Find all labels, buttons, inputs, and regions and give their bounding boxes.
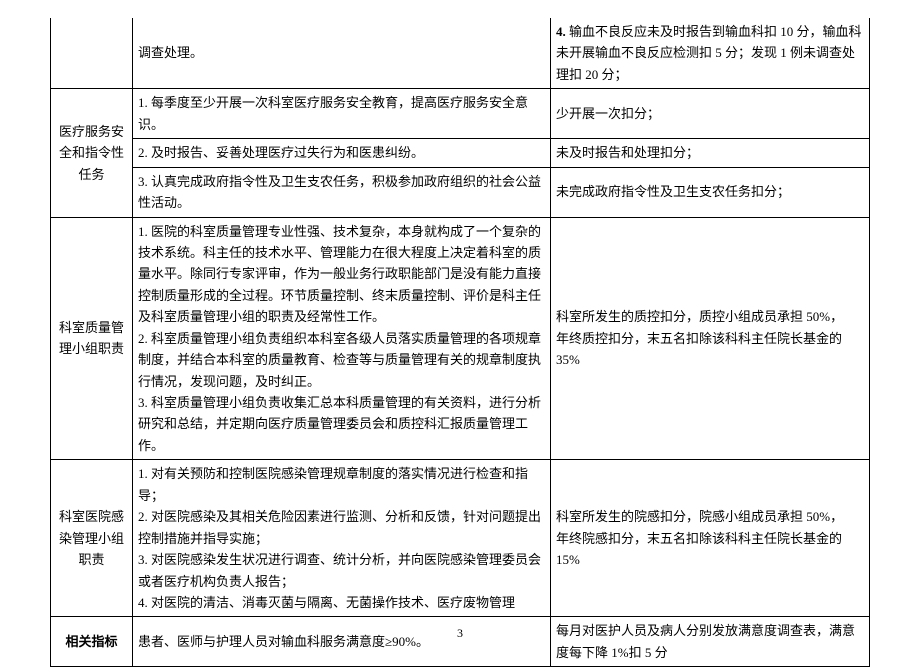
table-row: 调查处理。 4. 4. 输血不良反应未及时报告到输血科扣 10 分，输血科未开展… (51, 18, 870, 89)
eval-cell: 少开展一次扣分； (551, 89, 870, 139)
content-cell: 3. 认真完成政府指令性及卫生支农任务，积极参加政府组织的社会公益性活动。 (133, 167, 551, 217)
cat-cell: 医疗服务安全和指令性任务 (51, 89, 133, 217)
cat-cell-empty (51, 18, 133, 89)
assessment-table: 调查处理。 4. 4. 输血不良反应未及时报告到输血科扣 10 分，输血科未开展… (50, 18, 870, 667)
eval-cell: 科室所发生的质控扣分，质控小组成员承担 50%， 年终质控扣分，末五名扣除该科科… (551, 217, 870, 460)
eval-cell: 每月对医护人员及病人分别发放满意度调查表，满意度每下降 1%扣 5 分 (551, 617, 870, 667)
table-row: 3. 认真完成政府指令性及卫生支农任务，积极参加政府组织的社会公益性活动。 未完… (51, 167, 870, 217)
content-cell: 1. 对有关预防和控制医院感染管理规章制度的落实情况进行检查和指导； 2. 对医… (133, 460, 551, 617)
table-row: 科室医院感染管理小组职责 1. 对有关预防和控制医院感染管理规章制度的落实情况进… (51, 460, 870, 617)
content-cell: 2. 及时报告、妥善处理医疗过失行为和医患纠纷。 (133, 139, 551, 167)
table-row: 2. 及时报告、妥善处理医疗过失行为和医患纠纷。 未及时报告和处理扣分； (51, 139, 870, 167)
content-cell: 1. 每季度至少开展一次科室医疗服务安全教育，提高医疗服务安全意识。 (133, 89, 551, 139)
eval-strong-prefix: 4. (556, 24, 566, 39)
eval-cell: 未完成政府指令性及卫生支农任务扣分； (551, 167, 870, 217)
eval-text-visible: 输血不良反应未及时报告到输血科扣 10 分，输血科未开展输血不良反应检测扣 5 … (556, 24, 862, 82)
cat-cell-bold: 相关指标 (51, 617, 133, 667)
cat-cell: 科室医院感染管理小组职责 (51, 460, 133, 617)
eval-cell: 未及时报告和处理扣分； (551, 139, 870, 167)
table-row: 科室质量管理小组职责 1. 医院的科室质量管理专业性强、技术复杂，本身就构成了一… (51, 217, 870, 460)
cat-cell: 科室质量管理小组职责 (51, 217, 133, 460)
eval-cell: 4. 4. 输血不良反应未及时报告到输血科扣 10 分，输血科未开展输血不良反应… (551, 18, 870, 89)
table-row: 相关指标 患者、医师与护理人员对输血科服务满意度≥90%。 每月对医护人员及病人… (51, 617, 870, 667)
content-cell: 调查处理。 (133, 18, 551, 89)
page-number: 3 (0, 626, 920, 641)
table-row: 医疗服务安全和指令性任务 1. 每季度至少开展一次科室医疗服务安全教育，提高医疗… (51, 89, 870, 139)
content-cell: 患者、医师与护理人员对输血科服务满意度≥90%。 (133, 617, 551, 667)
eval-cell: 科室所发生的院感扣分，院感小组成员承担 50%， 年终院感扣分，末五名扣除该科科… (551, 460, 870, 617)
content-cell: 1. 医院的科室质量管理专业性强、技术复杂，本身就构成了一个复杂的技术系统。科主… (133, 217, 551, 460)
